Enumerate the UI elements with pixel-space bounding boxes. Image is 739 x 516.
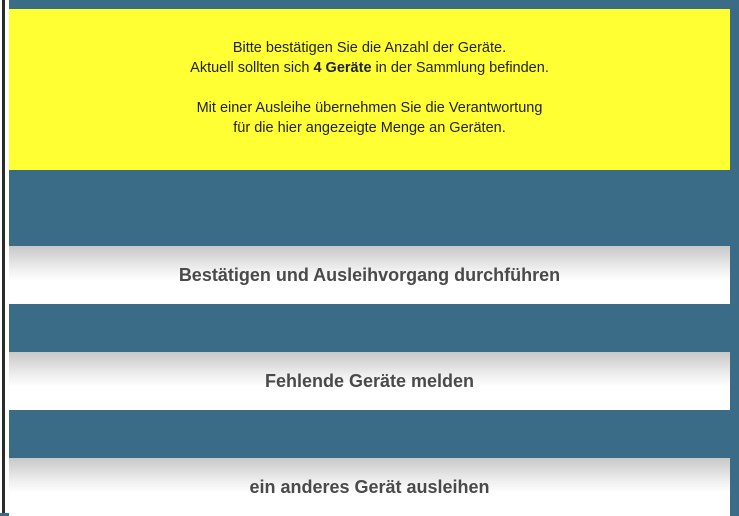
notice-line-2-prefix: Aktuell sollten sich <box>190 60 314 76</box>
notice-line-4: für die hier angezeigte Menge an Geräten… <box>233 120 506 136</box>
main-panel: Bitte bestätigen Sie die Anzahl der Gerä… <box>9 9 730 516</box>
confirm-loan-button[interactable]: Bestätigen und Ausleihvorgang durchführe… <box>9 246 730 304</box>
report-missing-button[interactable]: Fehlende Geräte melden <box>9 352 730 410</box>
notice-line-2-suffix: in der Sammlung befinden. <box>371 60 549 76</box>
notice-line-2: Aktuell sollten sich 4 Geräte in der Sam… <box>9 58 730 78</box>
notice-line-1: Bitte bestätigen Sie die Anzahl der Gerä… <box>232 40 507 56</box>
left-border <box>0 0 9 513</box>
borrow-other-device-button[interactable]: ein anderes Gerät ausleihen <box>9 458 730 516</box>
top-border <box>0 0 739 9</box>
notice-spacer <box>9 78 730 98</box>
device-count: 4 Geräte <box>313 60 372 76</box>
notice-box: Bitte bestätigen Sie die Anzahl der Gerä… <box>9 9 730 170</box>
notice-line-3: Mit einer Ausleihe übernehmen Sie die Ve… <box>196 100 543 116</box>
